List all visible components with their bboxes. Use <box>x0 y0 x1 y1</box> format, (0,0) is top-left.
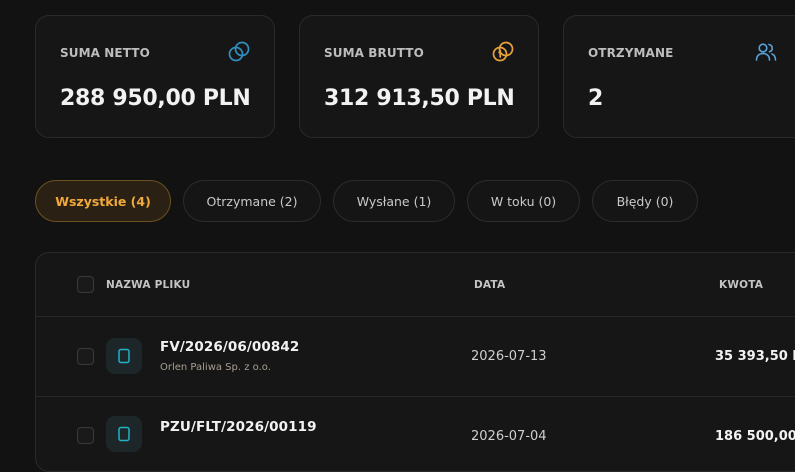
file-amount: 186 500,00 PLN <box>715 429 795 444</box>
stat-value: 288 950,00 PLN <box>60 86 251 111</box>
stat-label: SUMA NETTO <box>60 46 150 60</box>
users-icon <box>754 40 778 64</box>
file-icon <box>106 416 142 452</box>
stat-card-netto: SUMA NETTO 288 950,00 PLN <box>35 15 275 138</box>
stat-card-received: OTRZYMANE 2 <box>563 15 795 138</box>
select-all-checkbox[interactable] <box>77 276 94 293</box>
row-checkbox[interactable] <box>77 348 94 365</box>
tab-sent[interactable]: Wysłane (1) <box>333 180 455 222</box>
file-date: 2026-07-04 <box>471 429 547 444</box>
table-header: NAZWA PLIKU DATA KWOTA <box>36 253 795 317</box>
column-header-date[interactable]: DATA <box>474 279 505 291</box>
stat-value: 2 <box>588 86 604 111</box>
file-company: Orlen Paliwa Sp. z o.o. <box>160 362 271 373</box>
column-header-file-name[interactable]: NAZWA PLIKU <box>106 279 190 291</box>
invoices-table: NAZWA PLIKU DATA KWOTA FV/2026/06/00842 … <box>35 252 795 472</box>
file-icon <box>106 338 142 374</box>
table-row[interactable]: PZU/FLT/2026/00119 2026-07-04 186 500,00… <box>36 396 795 471</box>
file-name[interactable]: PZU/FLT/2026/00119 <box>160 419 317 435</box>
stat-value: 312 913,50 PLN <box>324 86 515 111</box>
coins-icon <box>227 40 251 64</box>
table-row[interactable]: FV/2026/06/00842 Orlen Paliwa Sp. z o.o.… <box>36 316 795 397</box>
coins-icon <box>491 40 515 64</box>
file-date: 2026-07-13 <box>471 349 547 364</box>
tab-all[interactable]: Wszystkie (4) <box>35 180 171 222</box>
file-name[interactable]: FV/2026/06/00842 <box>160 339 299 355</box>
tab-errors[interactable]: Błędy (0) <box>592 180 698 222</box>
column-header-amount[interactable]: KWOTA <box>719 279 763 291</box>
row-checkbox[interactable] <box>77 427 94 444</box>
stat-label: SUMA BRUTTO <box>324 46 424 60</box>
tab-received[interactable]: Otrzymane (2) <box>183 180 321 222</box>
stat-label: OTRZYMANE <box>588 46 674 60</box>
file-amount: 35 393,50 PLN <box>715 349 795 364</box>
stat-card-brutto: SUMA BRUTTO 312 913,50 PLN <box>299 15 539 138</box>
tab-in-progress[interactable]: W toku (0) <box>467 180 580 222</box>
